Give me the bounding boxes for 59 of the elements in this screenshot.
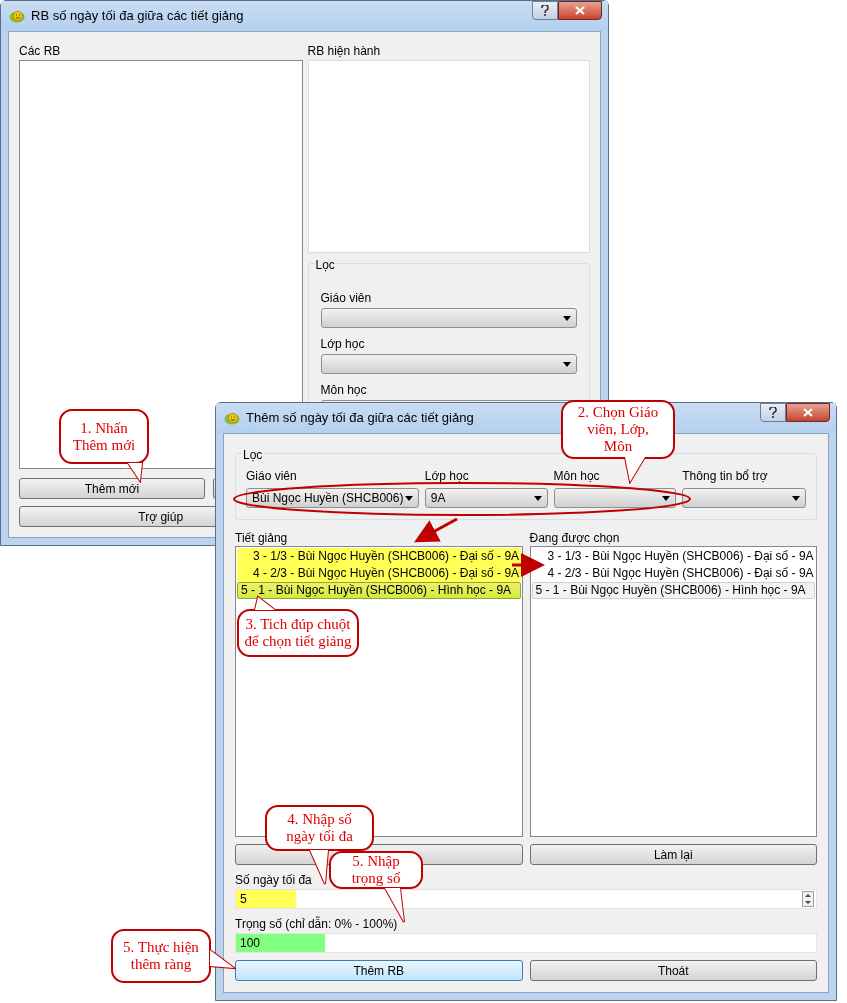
- lesson-item[interactable]: 3 - 1/3 - Bùi Ngọc Huyền (SHCB006) - Đại số - 9A: [237, 548, 521, 565]
- field-label: Lớp học: [424, 468, 469, 485]
- help-button[interactable]: [760, 403, 786, 422]
- list-label: Các RB: [19, 43, 62, 60]
- field-label: Số ngày tối đa: [235, 872, 312, 889]
- add-rule-button[interactable]: Thêm RB: [235, 960, 523, 981]
- app-icon: [9, 9, 25, 23]
- dropdown[interactable]: [320, 354, 577, 374]
- window-title: RB số ngày tối đa giữa các tiết giảng: [31, 7, 244, 26]
- dropdown[interactable]: [553, 488, 677, 508]
- help-button[interactable]: [532, 1, 558, 20]
- close-button[interactable]: [558, 1, 602, 20]
- lesson-item[interactable]: 4 - 2/3 - Bùi Ngọc Huyền (SHCB006) - Đại số - 9A: [531, 565, 815, 582]
- callout-text: 5. Nhập trọng số: [351, 853, 401, 887]
- help-icon: [769, 407, 777, 418]
- weight-field[interactable]: 100: [235, 933, 817, 953]
- app-icon: [224, 411, 240, 425]
- list-label: Đang được chọn: [529, 530, 620, 546]
- window-title: Thêm số ngày tối đa giữa các tiết giảng: [246, 409, 474, 428]
- exit-button[interactable]: Thoát: [529, 960, 817, 981]
- callout-text: 3. Tich đúp chuột để chọn tiết giảng: [244, 616, 352, 650]
- caret-icon: [533, 495, 542, 501]
- field-label: Môn học: [320, 382, 368, 399]
- close-icon: [803, 408, 813, 417]
- caret-icon: [563, 361, 571, 367]
- lesson-item[interactable]: 5 - 1 - Bùi Ngọc Huyền (SHCB006) - Hình học - 9A: [237, 582, 521, 599]
- current-label: RB hiện hành: [307, 43, 382, 60]
- caret-icon: [404, 495, 413, 501]
- lesson-item[interactable]: 4 - 2/3 - Bùi Ngọc Huyền (SHCB006) - Đại số - 9A: [237, 565, 521, 582]
- callout-text: 4. Nhập số ngày tối đa: [286, 811, 353, 845]
- field-label: Giáo viên: [320, 290, 373, 307]
- lesson-item[interactable]: 5 - 1 - Bùi Ngọc Huyền (SHCB006) - Hình học - 9A: [531, 582, 815, 599]
- lesson-item[interactable]: 3 - 1/3 - Bùi Ngọc Huyền (SHCB006) - Đại số - 9A: [531, 548, 815, 565]
- add-new-button[interactable]: Thêm mới: [19, 478, 205, 499]
- field-label: Giáo viên: [246, 468, 297, 485]
- dropdown[interactable]: [320, 308, 577, 328]
- close-button[interactable]: [786, 403, 830, 422]
- callout-text: 2. Chọn Giáo viên, Lớp, Môn: [577, 404, 659, 455]
- reset-button[interactable]: Làm lại: [529, 844, 817, 865]
- help-icon: [541, 5, 549, 16]
- callout-text: 1. Nhấn Thêm mới: [72, 419, 136, 454]
- dropdown[interactable]: Bùi Ngọc Huyền (SHCB006): [246, 488, 419, 508]
- rule-list[interactable]: [19, 60, 303, 469]
- caret-icon: [563, 315, 571, 321]
- caret-icon: [792, 495, 800, 501]
- caret-icon: [662, 495, 671, 501]
- callout-text: 5. Thực hiện thêm ràng: [123, 939, 199, 973]
- close-icon: [575, 6, 585, 15]
- dropdown-value: 9A: [430, 490, 446, 507]
- field-label: Môn học: [553, 468, 600, 485]
- field-label: Lớp học: [320, 336, 366, 353]
- dropdown[interactable]: 9A: [424, 488, 548, 508]
- list-label: Tiết giảng: [235, 530, 288, 546]
- dropdown-value: Bùi Ngọc Huyền (SHCB006): [252, 490, 404, 507]
- spin-arrows-icon[interactable]: [802, 891, 814, 907]
- dropdown[interactable]: [682, 488, 806, 508]
- field-label: Trọng số (chỉ dẫn: 0% - 100%): [235, 915, 398, 933]
- field-label: Thông tin bổ trợ: [682, 468, 768, 485]
- arrow: [414, 517, 458, 543]
